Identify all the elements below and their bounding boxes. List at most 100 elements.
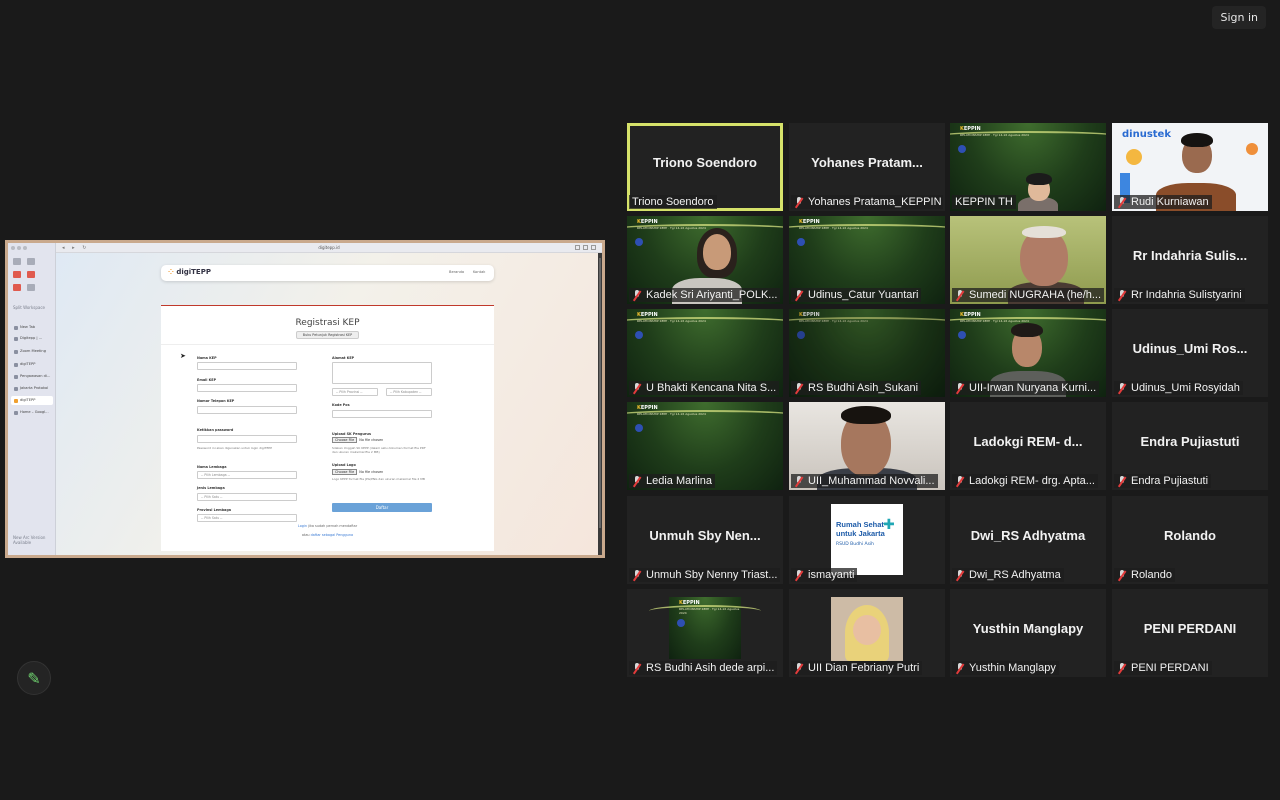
web-page: ⁘ digiTEPP Beranda Kontak Registrasi KEP… [56, 253, 598, 555]
participant-display-name: Ladokgi REM- d... [973, 434, 1083, 449]
profile-photo [831, 597, 903, 661]
participant-name-label: Rolando [1114, 568, 1175, 582]
browser-tab-active[interactable]: digiTEPP [11, 396, 53, 405]
site-navbar: ⁘ digiTEPP Beranda Kontak [161, 265, 494, 281]
registration-form: Registrasi KEP Buku Petunjuk Registrasi … [161, 305, 494, 551]
participant-tile[interactable]: PENI PERDANI PENI PERDANI [1112, 589, 1268, 677]
participant-tile[interactable]: KEPPIN RELATIONSHIP KEPP · Tgl 14-16 Agus… [789, 216, 945, 304]
participant-name-label: RS Budhi Asih_Sukani [791, 381, 922, 395]
label-jenis-lembaga: Jenis Lembaga [197, 486, 225, 490]
participant-tile[interactable]: Rumah Sehat untuk Jakarta RSUD Budhi Asih ✚… [789, 496, 945, 584]
participant-tile[interactable]: Ladokgi REM- d... Ladokgi REM- drg. Apta.… [950, 402, 1106, 490]
mic-muted-icon [794, 662, 804, 674]
jenis-lembaga-select[interactable]: -- Pilih Satu -- [197, 493, 297, 501]
participant-tile[interactable]: KEPPIN RELATIONSHIP KEPP · Tgl 14-16 Agus… [950, 309, 1106, 397]
nav-link-beranda[interactable]: Beranda [449, 270, 464, 274]
email-input[interactable] [197, 384, 297, 392]
participant-display-name: Rr Indahria Sulis... [1132, 248, 1248, 263]
label-alamat: Alamat KEP [332, 356, 355, 360]
participant-tile[interactable]: KEPPIN RELATIONSHIP KEPP · Tgl 14-16 Agus… [627, 402, 783, 490]
label-kode-pos: Kode Pos [332, 403, 350, 407]
mic-muted-icon [955, 662, 965, 674]
register-user-link[interactable]: daftar sebagai Pengguna [311, 533, 353, 537]
participant-tile[interactable]: Yohanes Pratam... Yohanes Pratama_KEPPIN [789, 123, 945, 211]
provinsi-select[interactable]: -- Pilih Satu -- [197, 514, 297, 522]
participant-name-label: Kadek Sri Ariyanti_POLK... [629, 288, 781, 302]
login-link[interactable]: Login [298, 524, 307, 528]
participant-display-name: Dwi_RS Adhyatma [970, 528, 1086, 543]
participant-tile[interactable]: Rr Indahria Sulis... Rr Indahria Sulistya… [1112, 216, 1268, 304]
participant-tile[interactable]: Dwi_RS Adhyatma Dwi_RS Adhyatma [950, 496, 1106, 584]
kabupaten-dropdown[interactable]: -- Pilih Kabupaten -- [386, 388, 432, 396]
sign-in-button[interactable]: Sign in [1212, 6, 1266, 29]
password-input[interactable] [197, 435, 297, 443]
participant-tile[interactable]: Sumedi NUGRAHA (he/h... [950, 216, 1106, 304]
label-logo: Upload Logo [332, 463, 356, 467]
browser-tab[interactable]: Home – Googl... [11, 408, 53, 417]
participant-tile[interactable]: Endra Pujiastuti Endra Pujiastuti [1112, 402, 1268, 490]
browser-tab[interactable]: Digitepp | ... [11, 334, 53, 343]
guide-button[interactable]: Buku Petunjuk Registrasi KEP [296, 331, 359, 339]
participant-tile[interactable]: KEPPIN RELATIONSHIP KEPP · Tgl 14-16 Agus… [627, 216, 783, 304]
participant-name-label: Endra Pujiastuti [1114, 474, 1212, 488]
participant-name-label: Unmuh Sby Nenny Triast... [629, 568, 781, 582]
mic-muted-icon [794, 382, 804, 394]
participant-tile[interactable]: Yusthin Manglapy Yusthin Manglapy [950, 589, 1106, 677]
label-sk: Upload SK Pengurus [332, 432, 371, 436]
participant-tile[interactable]: UII_Muhammad Novvali... [789, 402, 945, 490]
logo-hint: Logo KEPP format file JPG/PNG dan ukuran… [332, 477, 425, 481]
label-nama: Nama KEP [197, 356, 217, 360]
sk-file-input[interactable]: Choose File No file chosen [332, 437, 383, 443]
label-nama-lembaga: Nama Lembaga [197, 465, 227, 469]
participant-tile[interactable]: dinustek Rudi Kurniawan [1112, 123, 1268, 211]
mic-muted-icon [1117, 475, 1127, 487]
nama-lembaga-select[interactable]: -- Pilih Lembaga -- [197, 471, 297, 479]
telepon-input[interactable] [197, 406, 297, 414]
mic-muted-icon [794, 569, 804, 581]
mic-muted-icon [955, 382, 965, 394]
participant-name-label: Yusthin Manglapy [952, 661, 1059, 675]
participant-tile[interactable]: KEPPIN RELATIONSHIP KEPP · Tgl 14-16 Agus… [627, 309, 783, 397]
alamat-textarea[interactable] [332, 362, 432, 384]
nama-input[interactable] [197, 362, 297, 370]
participant-display-name: PENI PERDANI [1143, 621, 1237, 636]
participant-tile[interactable]: Triono Soendoro Triono Soendoro [627, 123, 783, 211]
participant-tile[interactable]: KEPPIN RELATIONSHIP KEPP · Tgl 14-16 Agus… [627, 589, 783, 677]
participant-name-label: U Bhakti Kencana Nita S... [629, 381, 780, 395]
nav-link-kontak[interactable]: Kontak [473, 270, 485, 274]
mic-muted-icon [632, 382, 642, 394]
video-feed: KEPPIN RELATIONSHIP KEPP · Tgl 14-16 Agus… [649, 597, 761, 659]
shared-screen: Split Workspace New Tab Digitepp | ... Z… [5, 240, 605, 558]
mic-muted-icon [632, 289, 642, 301]
participant-display-name: Yohanes Pratam... [811, 155, 923, 170]
participant-tile[interactable]: Rolando Rolando [1112, 496, 1268, 584]
participant-tile[interactable]: Udinus_Umi Ros... Udinus_Umi Rosyidah [1112, 309, 1268, 397]
participant-name-label: Ledia Marlina [629, 474, 716, 488]
mic-muted-icon [794, 196, 804, 208]
participant-name-label: KEPPIN TH [952, 195, 1016, 209]
participant-tile[interactable]: KEPPIN RELATIONSHIP KEPP · Tgl 14-16 Agus… [950, 123, 1106, 211]
participant-display-name: Unmuh Sby Nen... [649, 528, 761, 543]
logo-file-input[interactable]: Choose File No file chosen [332, 469, 383, 475]
site-logo[interactable]: ⁘ digiTEPP [168, 268, 211, 276]
participant-tile[interactable]: KEPPIN RELATIONSHIP KEPP · Tgl 14-16 Agus… [789, 309, 945, 397]
provinsi-dropdown[interactable]: -- Pilih Provinsi -- [332, 388, 378, 396]
browser-tab[interactable]: Pengawasan di... [11, 372, 53, 381]
mic-muted-icon [955, 289, 965, 301]
browser-tab[interactable]: Jakarta Protokol [11, 384, 53, 393]
kode-pos-input[interactable] [332, 410, 432, 418]
address-bar[interactable]: digitepp.id [318, 245, 339, 250]
label-provinsi: Provinsi Lembaga [197, 508, 232, 512]
participant-tile[interactable]: Unmuh Sby Nen... Unmuh Sby Nenny Triast..… [627, 496, 783, 584]
participant-name-label: RS Budhi Asih dede arpi... [629, 661, 778, 675]
rumah-sehat-logo: Rumah Sehat untuk Jakarta RSUD Budhi Asih ✚ [831, 504, 903, 575]
participant-tile[interactable]: UII Dian Febriany Putri [789, 589, 945, 677]
label-password: Ketikkan password [197, 428, 234, 432]
edit-pencil-button[interactable]: ✎ [17, 661, 51, 695]
browser-tab[interactable]: digiTEPP [11, 360, 53, 369]
browser-tab[interactable]: New Tab [11, 323, 53, 332]
browser-tab[interactable]: Zoom Meeting [11, 347, 53, 356]
daftar-button[interactable]: Daftar [332, 503, 432, 512]
browser-nav-icons[interactable]: ◂ ▸ ↻ [62, 245, 89, 251]
mic-muted-icon [632, 475, 642, 487]
